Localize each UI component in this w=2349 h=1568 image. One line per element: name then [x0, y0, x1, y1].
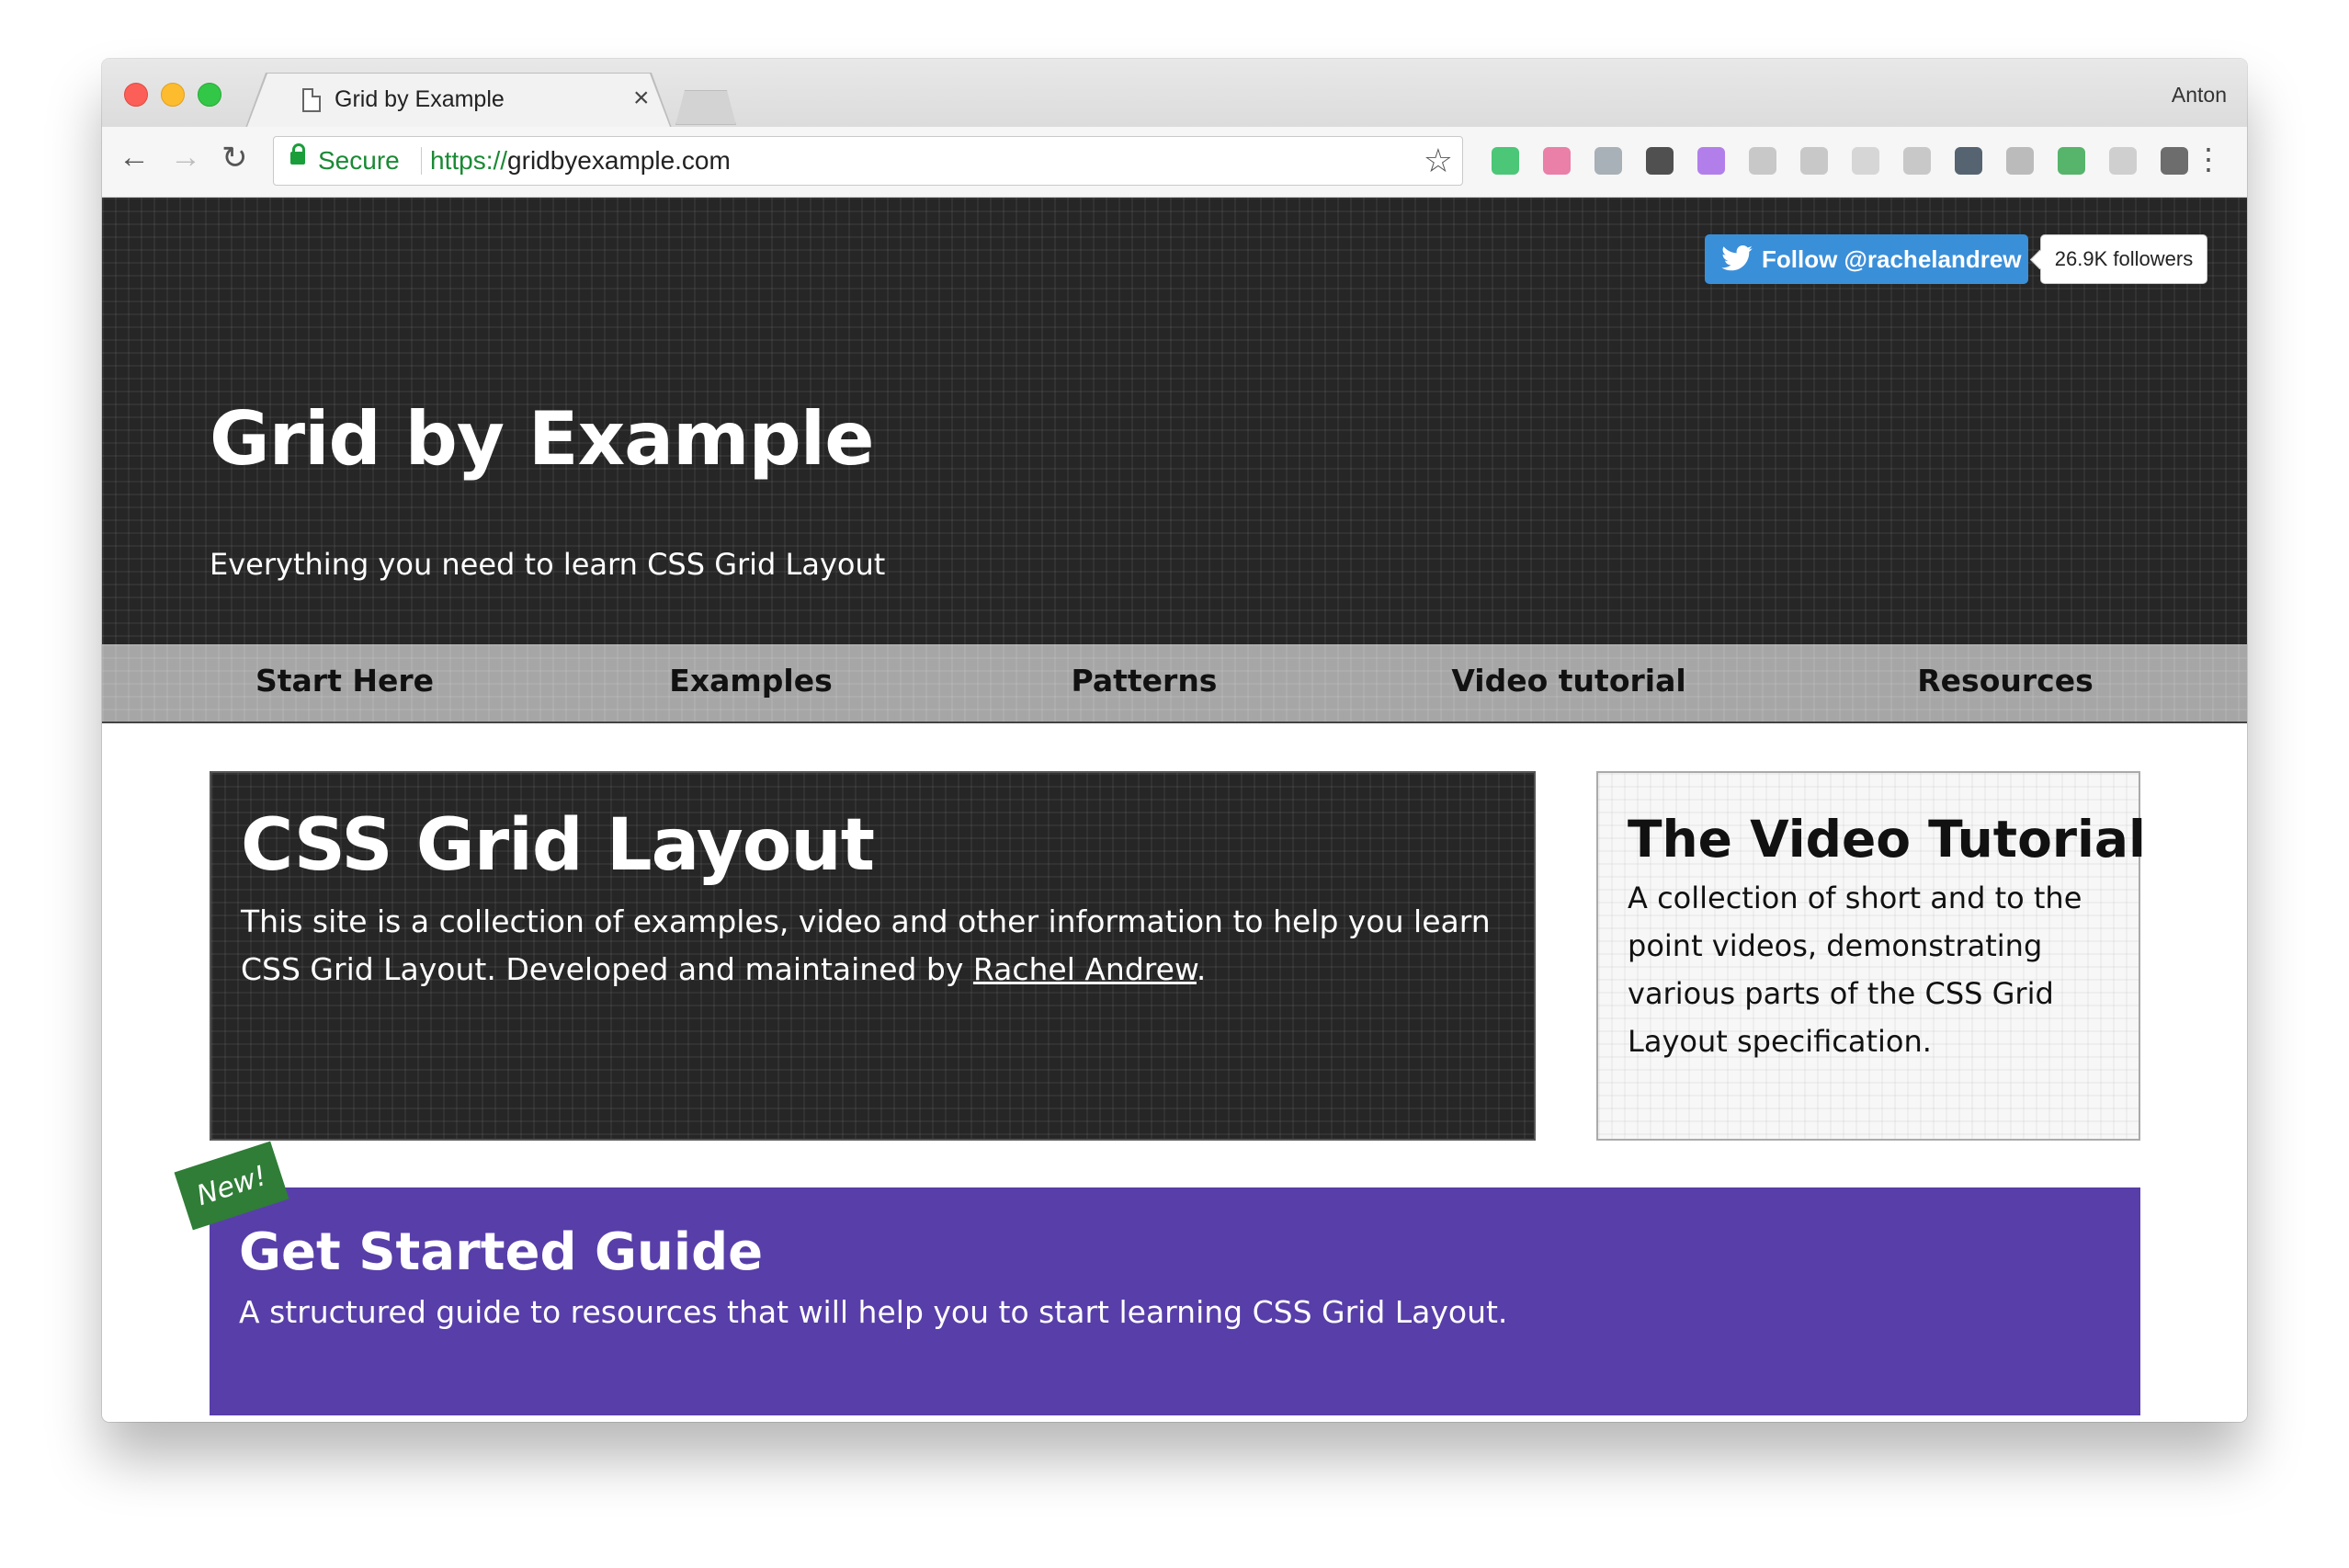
react-devtools-icon[interactable] [1800, 147, 1828, 175]
site-subtitle: Everything you need to learn CSS Grid La… [210, 547, 886, 582]
tab-close-icon[interactable]: × [633, 83, 650, 114]
guide-text: A structured guide to resources that wil… [239, 1294, 1508, 1330]
s-extension-icon[interactable] [1955, 147, 1982, 175]
nav-patterns[interactable]: Patterns [1072, 663, 1218, 699]
green-extension-icon[interactable] [2058, 147, 2085, 175]
followers-count-bubble[interactable]: 26.9K followers [2040, 234, 2207, 284]
nav-video-tutorial[interactable]: Video tutorial [1451, 663, 1685, 699]
forward-arrow-icon[interactable]: → [170, 140, 201, 176]
web-page: Follow @rachelandrew 26.9K followers Gri… [102, 198, 2247, 1422]
video-card-title: The Video Tutorial [1628, 810, 2146, 869]
new-tab-button[interactable] [675, 90, 736, 125]
paint-icon[interactable] [1697, 147, 1725, 175]
nav-start-here[interactable]: Start Here [255, 663, 434, 699]
back-arrow-icon[interactable]: ← [119, 140, 150, 176]
colorzilla-icon[interactable] [1543, 147, 1571, 175]
grey-extension-icon[interactable] [2109, 147, 2137, 175]
intro-text-end: . [1196, 951, 1207, 987]
nav-examples[interactable]: Examples [669, 663, 832, 699]
browser-window: Grid by Example × Anton ← → ↻ Secure htt… [102, 59, 2247, 1422]
bookmark-star-icon[interactable]: ☆ [1424, 142, 1453, 180]
intro-card: CSS Grid Layout This site is a collectio… [210, 771, 1536, 1141]
browser-menu-icon[interactable]: ⋮ [2194, 142, 2223, 176]
url-host: gridbyexample.com [507, 146, 731, 175]
profile-button[interactable]: Anton [2172, 83, 2227, 108]
minimize-window-button[interactable] [161, 83, 185, 107]
evernote-icon[interactable] [1492, 147, 1519, 175]
main-navigation: Start Here Examples Patterns Video tutor… [102, 644, 2247, 723]
cast-icon[interactable] [1749, 147, 1776, 175]
nav-resources[interactable]: Resources [1917, 663, 2093, 699]
document-icon [302, 88, 321, 112]
tab-grid-by-example[interactable]: Grid by Example × [247, 74, 670, 127]
url-scheme: https:// [430, 146, 508, 175]
video-tutorial-card[interactable]: The Video Tutorial A collection of short… [1596, 771, 2146, 1141]
intro-text-start: This site is a collection of examples, v… [241, 903, 1491, 987]
reload-icon[interactable]: ↻ [221, 140, 248, 176]
maximize-window-button[interactable] [198, 83, 221, 107]
twitter-bird-icon [1721, 245, 1753, 271]
circle-extension-icon[interactable] [1852, 147, 1879, 175]
guide-title: Get Started Guide [239, 1222, 764, 1282]
video-card-text: A collection of short and to the point v… [1628, 881, 2082, 1059]
site-header: Follow @rachelandrew 26.9K followers Gri… [102, 198, 2247, 644]
arrow-extension-icon[interactable] [1903, 147, 1931, 175]
address-bar[interactable]: Secure https://gridbyexample.com ☆ [273, 136, 1463, 186]
url-divider [421, 147, 422, 175]
url-text[interactable]: https://gridbyexample.com [430, 146, 731, 176]
intro-text: This site is a collection of examples, v… [241, 898, 1509, 994]
author-link[interactable]: Rachel Andrew [973, 951, 1197, 987]
follow-button-label: Follow @rachelandrew [1762, 244, 2022, 273]
whatfont-icon[interactable] [1646, 147, 1674, 175]
tab-bar: Grid by Example × Anton [102, 59, 2247, 128]
thumbs-up-icon[interactable] [2161, 147, 2188, 175]
browser-toolbar: ← → ↻ Secure https://gridbyexample.com ☆… [102, 127, 2247, 198]
site-title: Grid by Example [210, 396, 874, 482]
tab-title: Grid by Example [335, 86, 505, 112]
dropbox-icon[interactable] [1594, 147, 1622, 175]
lock-icon [290, 143, 305, 165]
secure-label: Secure [318, 146, 400, 175]
intro-title: CSS Grid Layout [241, 804, 875, 887]
twitter-follow-button[interactable]: Follow @rachelandrew [1705, 234, 2028, 284]
get-started-guide-banner[interactable]: Get Started Guide A structured guide to … [210, 1187, 2140, 1415]
close-window-button[interactable] [124, 83, 148, 107]
id-extension-icon[interactable] [2006, 147, 2034, 175]
